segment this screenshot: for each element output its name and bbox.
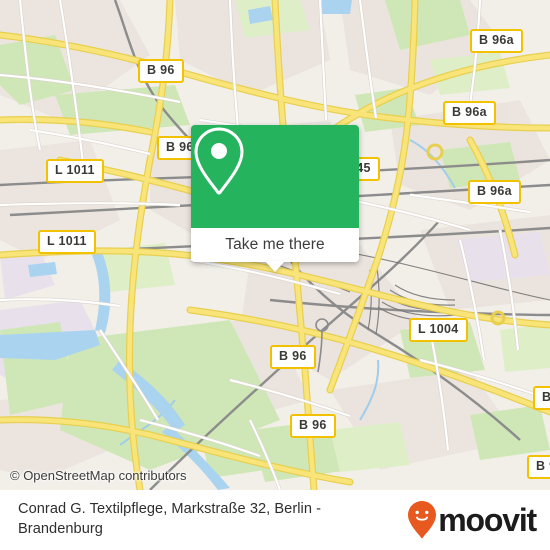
take-me-there-label: Take me there — [225, 236, 325, 253]
moovit-logo[interactable]: moovit — [407, 500, 550, 540]
card-pointer-tail — [265, 261, 285, 272]
location-caption: Conrad G. Textilpflege, Markstraße 32, B… — [18, 501, 321, 537]
take-me-there-button[interactable]: Take me there — [191, 228, 359, 262]
moovit-location-screenshot: B 96a B 96 B 96a B 96 L 1011 045 B 96a L… — [0, 0, 550, 550]
road-shield: L 1011 — [46, 159, 104, 183]
moovit-wordmark: moovit — [438, 502, 537, 538]
road-shield: B — [533, 386, 550, 410]
road-shield: B 96 — [138, 59, 184, 83]
road-shield: L 1004 — [409, 318, 468, 342]
bottom-info-bar: Conrad G. Textilpflege, Markstraße 32, B… — [0, 490, 550, 550]
map-canvas[interactable]: B 96a B 96 B 96a B 96 L 1011 045 B 96a L… — [0, 0, 550, 490]
road-shield: B 96a — [470, 29, 523, 53]
location-popup-card[interactable]: Take me there — [191, 125, 359, 272]
road-shield: B 96 — [270, 345, 316, 369]
map-pin-icon — [194, 127, 244, 195]
moovit-smiley-pin-icon — [408, 501, 437, 539]
card-media-area — [191, 125, 359, 228]
road-shield: B 96a — [468, 180, 521, 204]
road-shield: B 96 — [290, 414, 336, 438]
road-shield: L 1011 — [38, 230, 96, 254]
road-shield: B 96a — [443, 101, 496, 125]
road-shield: B 9 — [527, 455, 550, 479]
map-attribution[interactable]: © OpenStreetMap contributors — [10, 468, 187, 483]
